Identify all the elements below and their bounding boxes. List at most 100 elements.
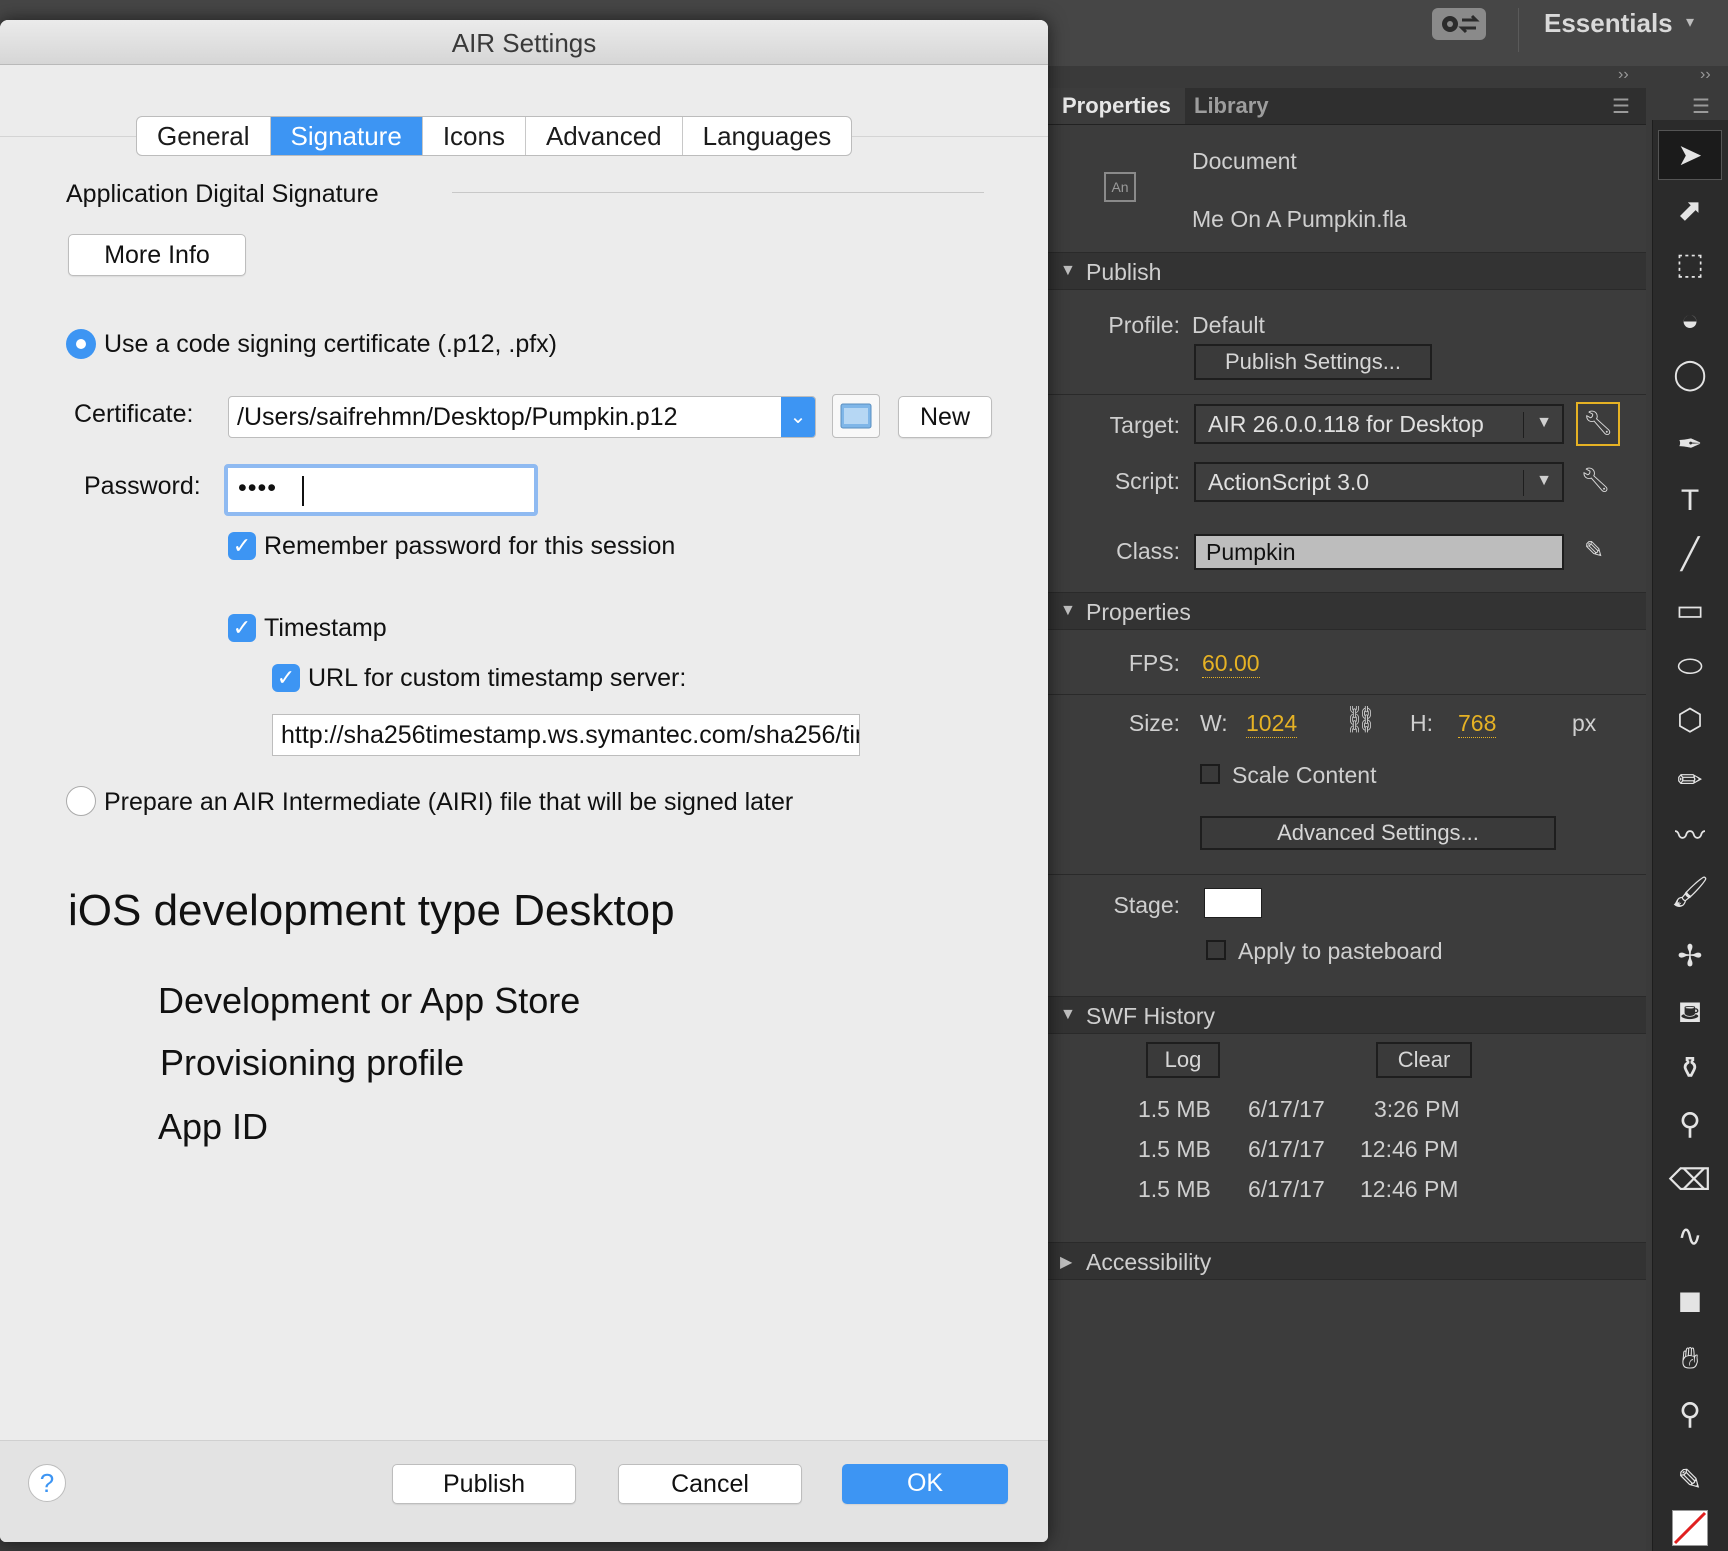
- timestamp-label: Timestamp: [264, 614, 387, 642]
- collapsed-triangle-icon: ▶: [1060, 1254, 1073, 1271]
- polystar-tool-icon[interactable]: ⬡: [1658, 696, 1722, 746]
- toolbar-menu-icon[interactable]: ☰: [1692, 94, 1710, 119]
- wrench-icon[interactable]: 🔧︎: [1576, 402, 1620, 446]
- apply-pasteboard-checkbox[interactable]: [1206, 940, 1226, 960]
- link-icon[interactable]: ⛓: [1344, 704, 1377, 735]
- stage-label: Stage:: [1113, 892, 1181, 918]
- collapse-toolbar-icon[interactable]: ››: [1700, 66, 1711, 84]
- publish-settings-button[interactable]: Publish Settings...: [1194, 344, 1432, 380]
- airi-radio[interactable]: [66, 786, 96, 816]
- hand-tool-icon[interactable]: ✋︎: [1658, 1334, 1722, 1384]
- divider: [1523, 470, 1524, 496]
- pencil-tool-icon[interactable]: ✏: [1658, 756, 1722, 806]
- stage-color-swatch[interactable]: [1204, 888, 1262, 918]
- selection-tool-icon[interactable]: ➤: [1658, 130, 1722, 180]
- advanced-settings-button[interactable]: Advanced Settings...: [1200, 816, 1556, 850]
- chevron-down-icon: ⌄: [781, 397, 815, 437]
- history-time: 3:26 PM: [1374, 1096, 1460, 1122]
- air-settings-dialog: AIR Settings General Signature Icons Adv…: [0, 20, 1048, 1542]
- document-icon: An: [1104, 172, 1136, 202]
- width-tool-icon[interactable]: ∿: [1658, 1212, 1722, 1262]
- width-value[interactable]: 1024: [1246, 710, 1298, 738]
- eyedropper-tool-icon[interactable]: ⚲: [1658, 1100, 1722, 1150]
- workspace-switcher[interactable]: Essentials: [1544, 8, 1673, 39]
- oval-tool-icon[interactable]: ⬭: [1658, 642, 1722, 692]
- tab-icons[interactable]: Icons: [423, 117, 526, 155]
- browse-folder-button[interactable]: [832, 394, 880, 438]
- target-select[interactable]: AIR 26.0.0.118 for Desktop ▼: [1194, 404, 1564, 444]
- publish-section-title: Publish: [1086, 259, 1162, 285]
- script-select[interactable]: ActionScript 3.0 ▼: [1194, 462, 1564, 502]
- class-field[interactable]: Pumpkin: [1194, 534, 1564, 570]
- divider: [1048, 694, 1646, 695]
- chevron-down-icon: ▼: [1536, 472, 1552, 489]
- stroke-color-icon[interactable]: ✎: [1658, 1456, 1722, 1506]
- history-date: 6/17/17: [1248, 1096, 1325, 1122]
- collapse-panel-icon[interactable]: ››: [1618, 66, 1629, 84]
- pen-tool-icon[interactable]: ✒: [1658, 420, 1722, 470]
- subselection-tool-icon[interactable]: ⬈: [1658, 186, 1722, 236]
- panel-menu-icon[interactable]: ☰: [1612, 94, 1630, 119]
- tab-signature[interactable]: Signature: [270, 117, 423, 155]
- publish-button[interactable]: Publish: [392, 1464, 576, 1504]
- tab-library[interactable]: Library: [1180, 88, 1283, 124]
- fill-color-icon[interactable]: [1672, 1510, 1708, 1546]
- certificate-select[interactable]: /Users/saifrehmn/Desktop/Pumpkin.p12 ⌄: [228, 396, 816, 438]
- more-info-button[interactable]: More Info: [68, 234, 246, 276]
- text-cursor: [302, 476, 304, 506]
- password-field[interactable]: ••••: [224, 464, 538, 516]
- bone-tool-icon[interactable]: ✢: [1658, 932, 1722, 982]
- swf-history-section-header[interactable]: ▼ SWF History: [1048, 996, 1646, 1034]
- free-transform-tool-icon[interactable]: ⬚: [1658, 240, 1722, 290]
- ios-item: Provisioning profile: [160, 1042, 465, 1083]
- pencil-icon[interactable]: ✎: [1584, 536, 1604, 565]
- help-icon[interactable]: ?: [28, 1464, 66, 1502]
- accessibility-section-header[interactable]: ▶ Accessibility: [1048, 1242, 1646, 1280]
- tab-languages[interactable]: Languages: [683, 117, 852, 155]
- cancel-button[interactable]: Cancel: [618, 1464, 802, 1504]
- zoom-tool-icon[interactable]: ⚲: [1658, 1390, 1722, 1440]
- class-label: Class:: [1116, 538, 1180, 564]
- ink-bottle-tool-icon[interactable]: ⚱: [1658, 1044, 1722, 1094]
- height-value[interactable]: 768: [1458, 710, 1497, 738]
- workspace-sync-icon[interactable]: [1432, 8, 1486, 40]
- lasso-tool-icon[interactable]: ◯: [1658, 350, 1722, 400]
- fps-value[interactable]: 60.00: [1202, 650, 1260, 678]
- paint-bucket-tool-icon[interactable]: ⛾: [1658, 988, 1722, 1038]
- line-tool-icon[interactable]: ╱: [1658, 530, 1722, 580]
- expanded-triangle-icon: ▼: [1060, 1006, 1076, 1023]
- properties-section-title: Properties: [1086, 599, 1191, 625]
- 3d-rotation-tool-icon[interactable]: ◒: [1658, 296, 1722, 346]
- ok-button[interactable]: OK: [842, 1464, 1008, 1504]
- dialog-title: AIR Settings: [451, 28, 597, 58]
- folder-icon: [840, 403, 872, 429]
- custom-timestamp-checkbox[interactable]: ✓: [272, 664, 300, 692]
- tab-advanced[interactable]: Advanced: [526, 117, 683, 155]
- camera-tool-icon[interactable]: ◼: [1658, 1276, 1722, 1326]
- height-label: H:: [1410, 710, 1433, 736]
- timestamp-url-input[interactable]: http://sha256timestamp.ws.symantec.com/s…: [272, 714, 860, 756]
- brush-tool-icon[interactable]: 🖌︎: [1658, 868, 1722, 918]
- password-value: ••••: [238, 474, 278, 502]
- new-certificate-button[interactable]: New: [898, 396, 992, 438]
- text-tool-icon[interactable]: T: [1658, 476, 1722, 526]
- width-label: W:: [1200, 710, 1228, 736]
- tab-properties[interactable]: Properties: [1048, 88, 1185, 124]
- tab-general[interactable]: General: [137, 117, 271, 155]
- properties-section-header[interactable]: ▼ Properties: [1048, 592, 1646, 630]
- scale-content-checkbox[interactable]: [1200, 764, 1220, 784]
- wrench-icon[interactable]: 🔧︎: [1580, 466, 1610, 495]
- rectangle-tool-icon[interactable]: ▭: [1658, 586, 1722, 636]
- eraser-tool-icon[interactable]: ⌫: [1658, 1156, 1722, 1206]
- timestamp-checkbox[interactable]: ✓: [228, 614, 256, 642]
- clear-button[interactable]: Clear: [1376, 1042, 1472, 1078]
- divider: [1048, 394, 1646, 395]
- chevron-down-icon[interactable]: ▾: [1686, 12, 1694, 32]
- paint-brush-tool-icon[interactable]: 〰: [1658, 812, 1722, 862]
- use-certificate-radio[interactable]: [66, 329, 96, 359]
- use-certificate-label: Use a code signing certificate (.p12, .p…: [104, 330, 558, 358]
- publish-section-header[interactable]: ▼ Publish: [1048, 252, 1646, 290]
- script-label: Script:: [1114, 468, 1180, 494]
- log-button[interactable]: Log: [1146, 1042, 1220, 1078]
- remember-password-checkbox[interactable]: ✓: [228, 532, 256, 560]
